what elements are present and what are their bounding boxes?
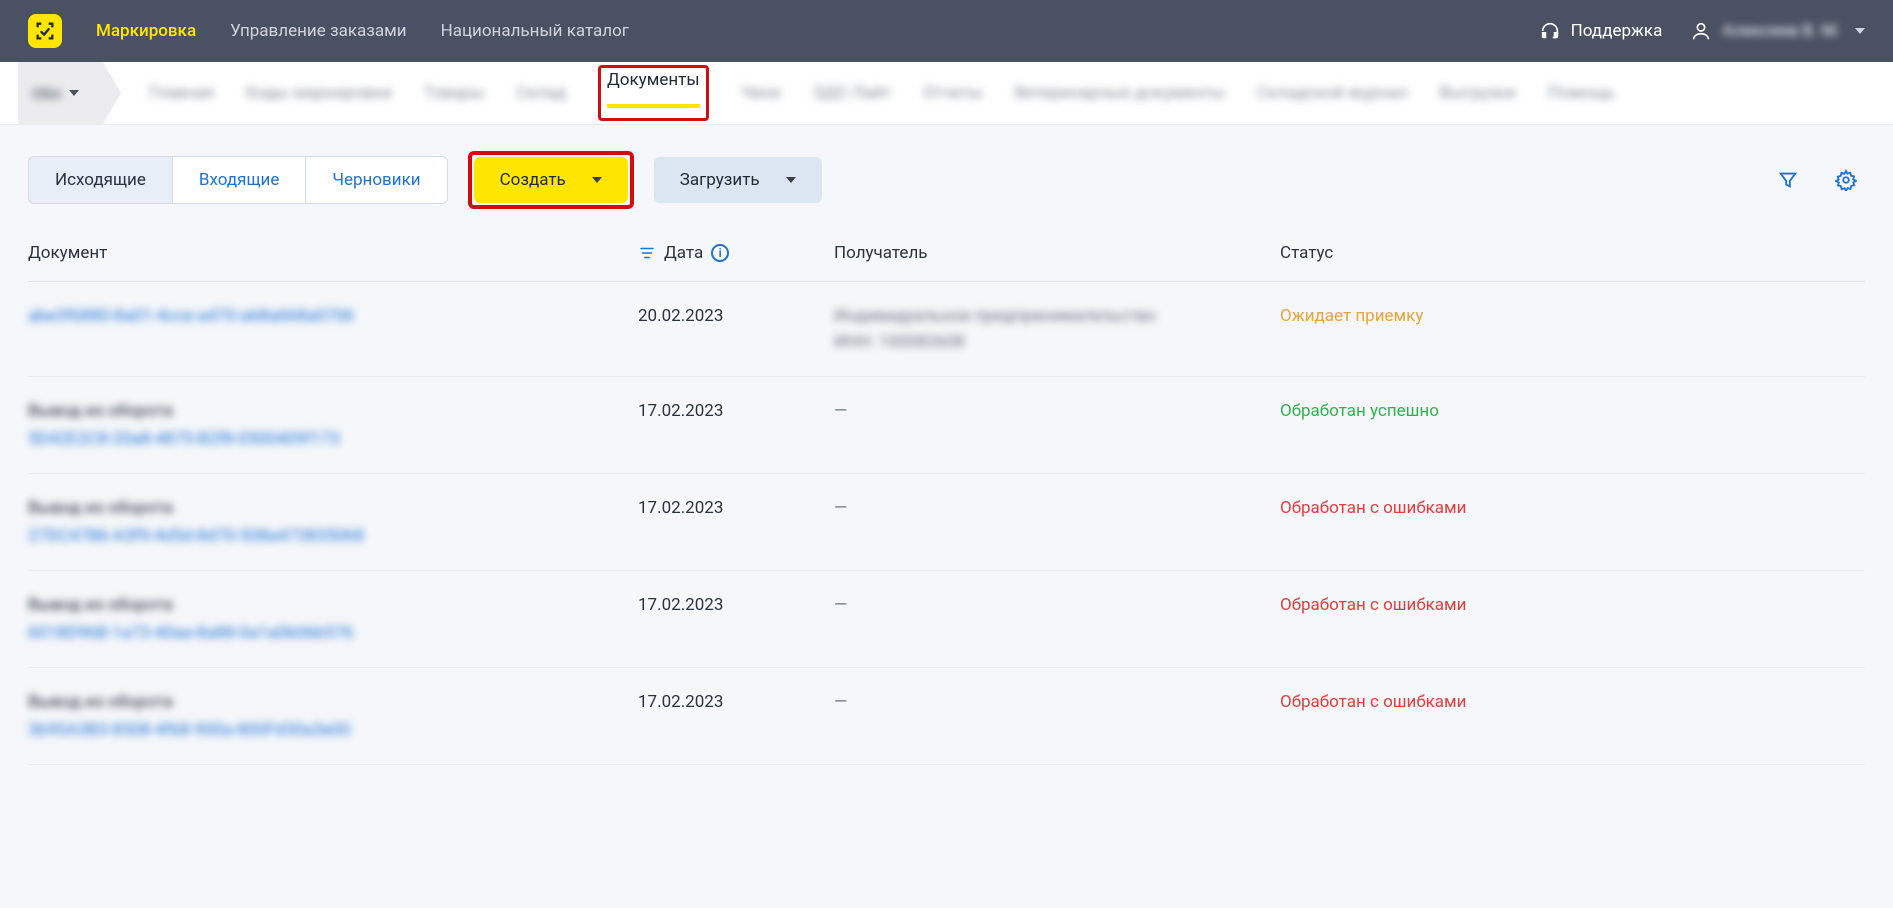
- user-menu[interactable]: Алексеев В. М.: [1690, 20, 1865, 42]
- recipient-line: ИНН: 100082608: [834, 332, 1280, 352]
- filter-button[interactable]: [1769, 161, 1807, 199]
- doc-link[interactable]: abe3f6880-8a01-4cce-a470-a68a668a0706: [28, 306, 638, 326]
- recipient-cell: Индивидуальное предпринимательство ИНН: 1…: [834, 306, 1280, 352]
- doc-cell: abe3f6880-8a01-4cce-a470-a68a668a0706: [28, 306, 638, 352]
- settings-button[interactable]: [1827, 161, 1865, 199]
- support-label: Поддержка: [1571, 21, 1663, 41]
- topbar-right: Поддержка Алексеев В. М.: [1539, 20, 1865, 42]
- headset-icon: [1539, 20, 1561, 42]
- col-status[interactable]: Статус: [1280, 243, 1865, 263]
- documents-table: Документ Дата i Получатель Статус abe3f6…: [0, 225, 1893, 789]
- doc-title: Вывод из оборота: [28, 692, 638, 712]
- create-button[interactable]: Создать: [474, 157, 628, 203]
- load-label: Загрузить: [680, 170, 760, 190]
- status-cell: Обработан с ошибками: [1280, 595, 1865, 643]
- table-row[interactable]: Вывод из оборота 5D42E2C8-20a8-4875-B2f8-…: [28, 377, 1865, 474]
- table-row[interactable]: Вывод из оборота 3b9SA3B3-8508-4f68-900a-…: [28, 668, 1865, 765]
- subtab-7[interactable]: Отчеты: [923, 65, 982, 121]
- doc-cell: Вывод из оборота 6018D96B-1a73-40aa-8a88-…: [28, 595, 638, 643]
- doc-link[interactable]: 5D42E2C8-20a8-4875-B2f8-0500409f173: [28, 429, 638, 449]
- seg-drafts[interactable]: Черновики: [306, 157, 446, 203]
- recipient-cell: —: [834, 595, 1280, 643]
- col-document[interactable]: Документ: [28, 243, 638, 263]
- date-cell: 17.02.2023: [638, 498, 834, 546]
- subtab-4[interactable]: Документы: [607, 52, 700, 108]
- topbar: Маркировка Управление заказами Националь…: [0, 0, 1893, 62]
- table-row[interactable]: Вывод из оборота 27DC47B6-A5f9-4d5d-8d70-…: [28, 474, 1865, 571]
- user-icon: [1690, 20, 1712, 42]
- segment-control: Исходящие Входящие Черновики: [28, 156, 448, 204]
- table-row[interactable]: abe3f6880-8a01-4cce-a470-a68a668a070620.…: [28, 282, 1865, 377]
- subtab-6[interactable]: ЭДО Лайт: [812, 65, 891, 121]
- doc-title: Вывод из оборота: [28, 595, 638, 615]
- subtab-10[interactable]: Выгрузки: [1440, 65, 1516, 121]
- gear-icon: [1835, 169, 1857, 191]
- recipient-cell: —: [834, 692, 1280, 740]
- app-logo[interactable]: [28, 14, 62, 48]
- toolbar: Исходящие Входящие Черновики Создать Заг…: [0, 125, 1893, 225]
- recipient-cell: —: [834, 401, 1280, 449]
- doc-cell: Вывод из оборота 3b9SA3B3-8508-4f68-900a-…: [28, 692, 638, 740]
- subnav: Обл Главная Коды маркировки Товары Склад Док…: [0, 62, 1893, 125]
- subtab-3[interactable]: Склад: [516, 65, 566, 121]
- recipient-cell: —: [834, 498, 1280, 546]
- table-header: Документ Дата i Получатель Статус: [28, 225, 1865, 282]
- chevron-down-icon: [592, 177, 602, 183]
- subnav-tabs: Главная Коды маркировки Товары Склад Докумен…: [149, 65, 1615, 121]
- date-cell: 20.02.2023: [638, 306, 834, 352]
- date-cell: 17.02.2023: [638, 692, 834, 740]
- subtab-1[interactable]: Коды маркировки: [246, 65, 392, 121]
- doc-link[interactable]: 6018D96B-1a73-40aa-8a88-0a1a0b06b576: [28, 623, 638, 643]
- support-link[interactable]: Поддержка: [1539, 20, 1663, 42]
- table-body: abe3f6880-8a01-4cce-a470-a68a668a070620.…: [28, 282, 1865, 765]
- subtab-5[interactable]: Чеки: [741, 65, 781, 121]
- subtab-11[interactable]: Помощь: [1548, 65, 1615, 121]
- seg-incoming[interactable]: Входящие: [173, 157, 306, 203]
- date-cell: 17.02.2023: [638, 595, 834, 643]
- doc-cell: Вывод из оборота 27DC47B6-A5f9-4d5d-8d70-…: [28, 498, 638, 546]
- seg-outgoing[interactable]: Исходящие: [29, 157, 173, 203]
- col-date-label: Дата: [664, 243, 703, 263]
- nav-marking[interactable]: Маркировка: [96, 21, 196, 41]
- breadcrumb-label: Обл: [32, 84, 61, 103]
- doc-title: Вывод из оборота: [28, 401, 638, 421]
- top-nav: Маркировка Управление заказами Националь…: [96, 21, 629, 41]
- logo-icon: [34, 20, 56, 42]
- subtab-2[interactable]: Товары: [424, 65, 485, 121]
- recipient-line: Индивидуальное предпринимательство: [834, 306, 1280, 326]
- load-button[interactable]: Загрузить: [654, 157, 822, 203]
- chevron-down-icon: [69, 90, 79, 96]
- breadcrumb[interactable]: Обл: [18, 62, 103, 125]
- subtab-9[interactable]: Складской журнал: [1257, 65, 1408, 121]
- col-recipient[interactable]: Получатель: [834, 243, 1280, 263]
- col-date[interactable]: Дата i: [638, 243, 834, 263]
- doc-link[interactable]: 27DC47B6-A5f9-4d5d-8d70-508a473835068: [28, 526, 638, 546]
- nav-orders[interactable]: Управление заказами: [230, 21, 406, 41]
- tab-highlight: Документы: [598, 65, 709, 121]
- status-cell: Обработан с ошибками: [1280, 692, 1865, 740]
- info-icon[interactable]: i: [711, 244, 729, 262]
- doc-link[interactable]: 3b9SA3B3-8508-4f68-900a-800Fd30a3e00: [28, 720, 638, 740]
- status-cell: Ожидает приемку: [1280, 306, 1865, 352]
- doc-title: Вывод из оборота: [28, 498, 638, 518]
- subtab-0[interactable]: Главная: [149, 65, 214, 121]
- subtab-8[interactable]: Ветеринарные документы: [1015, 65, 1225, 121]
- user-name: Алексеев В. М.: [1722, 21, 1841, 41]
- filter-icon: [1777, 169, 1799, 191]
- chevron-down-icon: [786, 177, 796, 183]
- table-row[interactable]: Вывод из оборота 6018D96B-1a73-40aa-8a88-…: [28, 571, 1865, 668]
- sort-icon: [638, 244, 656, 262]
- doc-cell: Вывод из оборота 5D42E2C8-20a8-4875-B2f8-…: [28, 401, 638, 449]
- status-cell: Обработан успешно: [1280, 401, 1865, 449]
- create-label: Создать: [500, 170, 566, 190]
- status-cell: Обработан с ошибками: [1280, 498, 1865, 546]
- chevron-down-icon: [1855, 28, 1865, 34]
- nav-catalog[interactable]: Национальный каталог: [441, 21, 629, 41]
- create-button-highlight: Создать: [468, 151, 634, 209]
- date-cell: 17.02.2023: [638, 401, 834, 449]
